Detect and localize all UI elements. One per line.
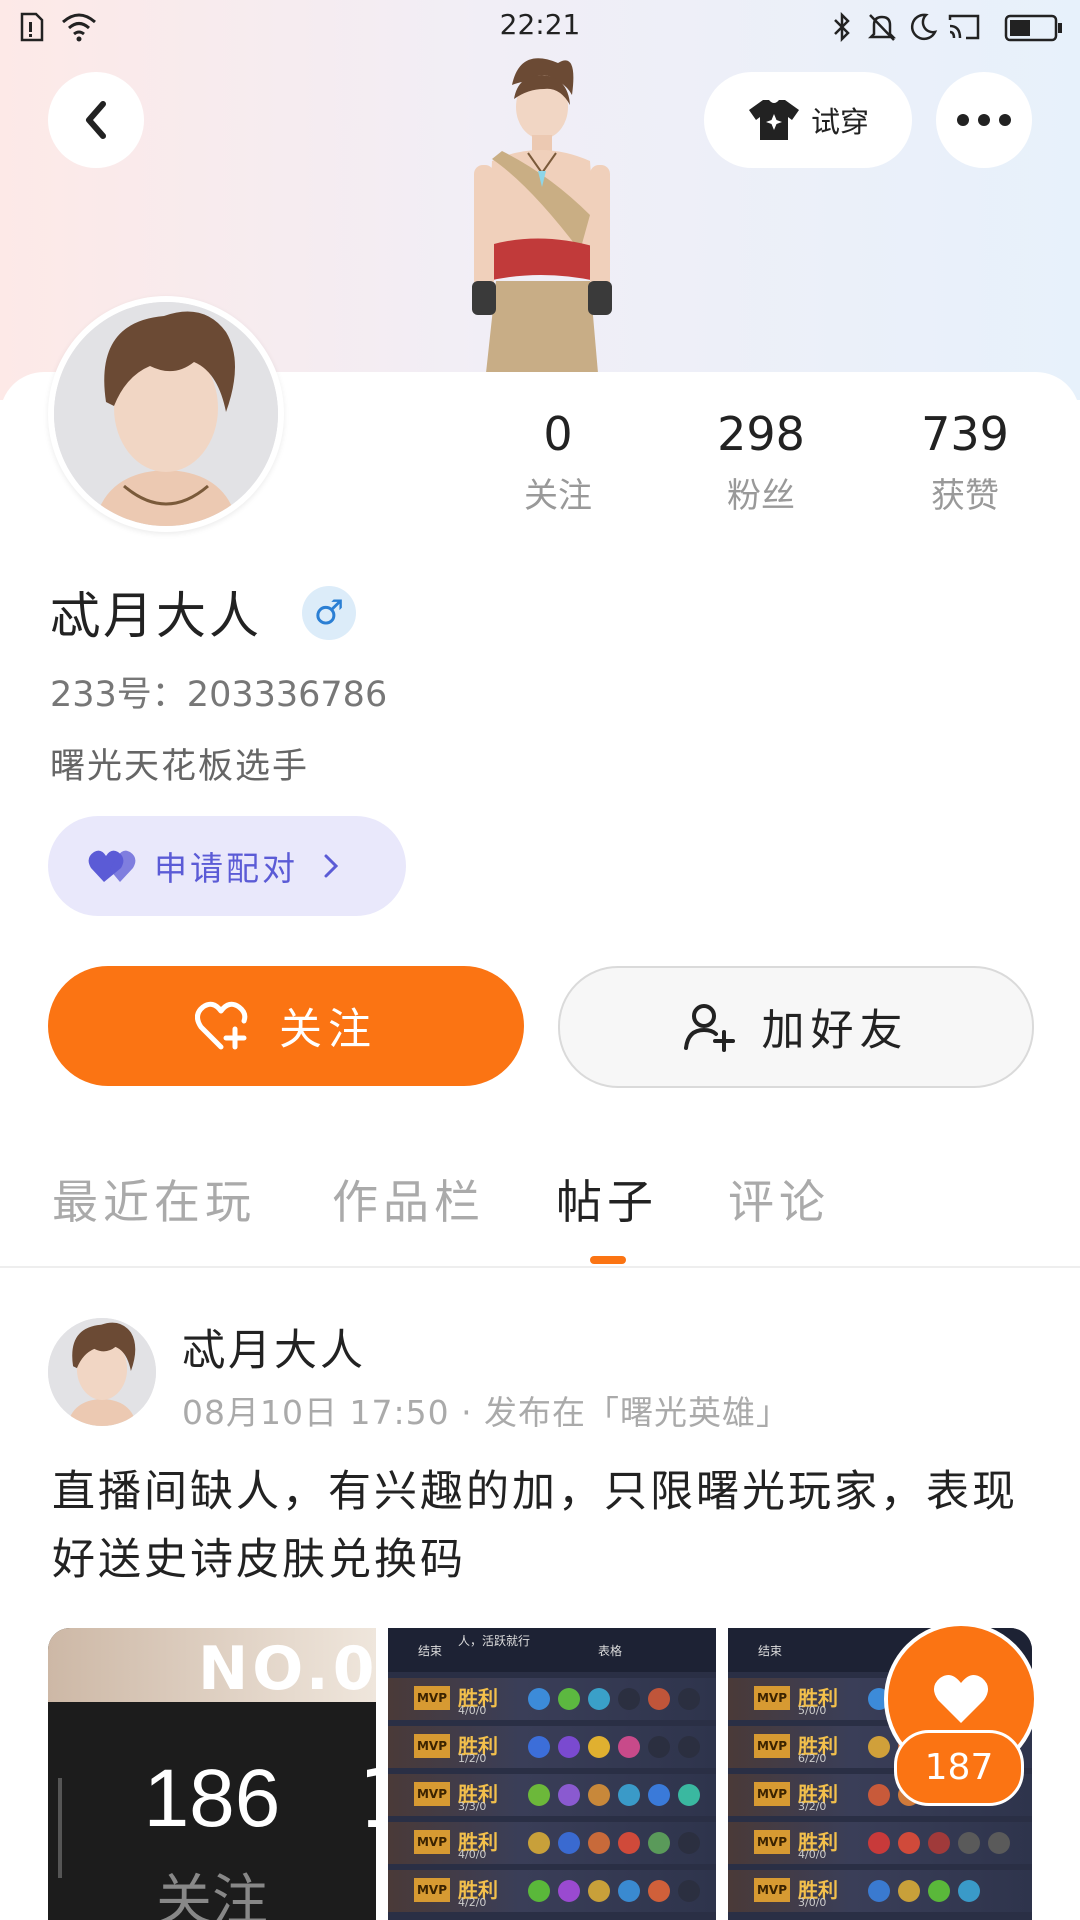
stat-likes[interactable]: 739 获赞 bbox=[885, 406, 1045, 517]
bluetooth-icon bbox=[834, 12, 850, 42]
mute-bell-icon bbox=[867, 14, 897, 41]
back-button[interactable] bbox=[48, 72, 144, 168]
post-author-avatar[interactable] bbox=[48, 1318, 156, 1426]
follow-button[interactable]: 关注 bbox=[48, 966, 524, 1086]
avatar-portrait bbox=[48, 1318, 156, 1426]
thumb-header-left: 结束 bbox=[758, 1644, 783, 1658]
stat-value: 739 bbox=[921, 407, 1009, 461]
request-pair-label: 申请配对 bbox=[154, 849, 298, 888]
match-row: MVP 胜利 1/2/0 bbox=[388, 1726, 716, 1768]
gender-male-icon: ♂ bbox=[302, 586, 356, 640]
post-text: 直播间缺人，有兴趣的加，只限曙光玩家，表现好送史诗皮肤兑换码 bbox=[52, 1467, 1018, 1585]
stat-following[interactable]: 0 关注 bbox=[478, 406, 638, 517]
battery-icon bbox=[1004, 14, 1062, 42]
divider bbox=[0, 1266, 1080, 1268]
stat-label: 关注 bbox=[524, 476, 592, 516]
thumb-divider bbox=[58, 1778, 62, 1878]
stat-label: 获赞 bbox=[931, 476, 999, 516]
thumb-banner: NO.0 bbox=[48, 1628, 376, 1704]
thumb-header: 结束 人，活跃就行 表格 bbox=[388, 1628, 716, 1672]
more-dots-icon bbox=[957, 114, 1011, 126]
heart-plus-icon bbox=[195, 1001, 248, 1050]
chevron-right-icon bbox=[324, 854, 339, 878]
tab-active-indicator bbox=[590, 1256, 626, 1264]
match-row: MVP 胜利 4/2/0 bbox=[388, 1870, 716, 1912]
add-friend-label: 加好友 bbox=[761, 1006, 909, 1056]
username: 忒月大人 bbox=[50, 587, 262, 645]
stat-value: 0 bbox=[543, 407, 573, 461]
stat-value: 298 bbox=[717, 407, 805, 461]
status-bar: 22:21 bbox=[0, 0, 1080, 54]
tshirt-star-icon bbox=[748, 100, 799, 140]
thumb-header-right: 表格 bbox=[598, 1644, 623, 1658]
tab-recently-played[interactable]: 最近在玩 bbox=[52, 1166, 256, 1232]
match-row: MVP 胜利 3/3/0 bbox=[388, 1774, 716, 1816]
post-image-2[interactable]: 结束 人，活跃就行 表格 MVP 胜利 4/0/0 MVP 胜利 1/2/0 MVP 胜利… bbox=[388, 1628, 716, 1920]
post-author-name[interactable]: 忒月大人 bbox=[182, 1316, 366, 1378]
thumb-banner-text: NO.0 bbox=[198, 1634, 376, 1704]
screen-cast-icon bbox=[948, 14, 980, 40]
request-pair-button[interactable]: 申请配对 bbox=[48, 816, 406, 916]
tab-works[interactable]: 作品栏 bbox=[332, 1166, 485, 1232]
double-heart-icon bbox=[88, 850, 136, 882]
stat-label: 粉丝 bbox=[727, 476, 795, 516]
thumb-caption: 关注 bbox=[156, 1869, 268, 1920]
thumb-header-left: 结束 bbox=[418, 1644, 443, 1658]
tab-posts[interactable]: 帖子 bbox=[556, 1166, 658, 1232]
add-user-icon bbox=[683, 1004, 735, 1052]
stat-fans[interactable]: 298 粉丝 bbox=[681, 406, 841, 517]
try-on-label: 试穿 bbox=[810, 105, 869, 139]
post-image-1[interactable]: NO.0 186 关注 1 bbox=[48, 1628, 376, 1920]
heart-icon bbox=[933, 1674, 989, 1723]
profile-avatar[interactable] bbox=[48, 296, 284, 532]
avatar-portrait bbox=[54, 302, 278, 526]
thumb-number: 186 bbox=[143, 1753, 281, 1844]
user-id: 233号：203336786 bbox=[50, 675, 388, 715]
match-row: MVP 胜利 4/0/0 bbox=[388, 1822, 716, 1864]
user-bio: 曙光天花板选手 bbox=[50, 747, 310, 787]
post-meta: 08月10日 17:50 · 发布在「曙光英雄」 bbox=[182, 1393, 791, 1432]
thumb-header-mid: 人，活跃就行 bbox=[458, 1634, 531, 1648]
chevron-left-icon bbox=[86, 101, 106, 139]
avatar-3d-figure bbox=[472, 58, 612, 373]
match-row: MVP 胜利 4/0/0 bbox=[728, 1822, 1032, 1864]
do-not-disturb-moon-icon bbox=[910, 13, 938, 41]
match-row: MVP 胜利 4/0/0 bbox=[388, 1678, 716, 1720]
try-on-button[interactable]: 试穿 bbox=[704, 72, 912, 168]
follow-label: 关注 bbox=[279, 1005, 377, 1055]
thumb-number-fragment: 1 bbox=[358, 1752, 376, 1847]
more-options-button[interactable] bbox=[936, 72, 1032, 168]
tab-comments[interactable]: 评论 bbox=[728, 1166, 830, 1232]
add-friend-button[interactable]: 加好友 bbox=[558, 966, 1034, 1088]
match-row: MVP 胜利 3/0/0 bbox=[728, 1870, 1032, 1912]
like-count: 187 bbox=[894, 1730, 1024, 1806]
